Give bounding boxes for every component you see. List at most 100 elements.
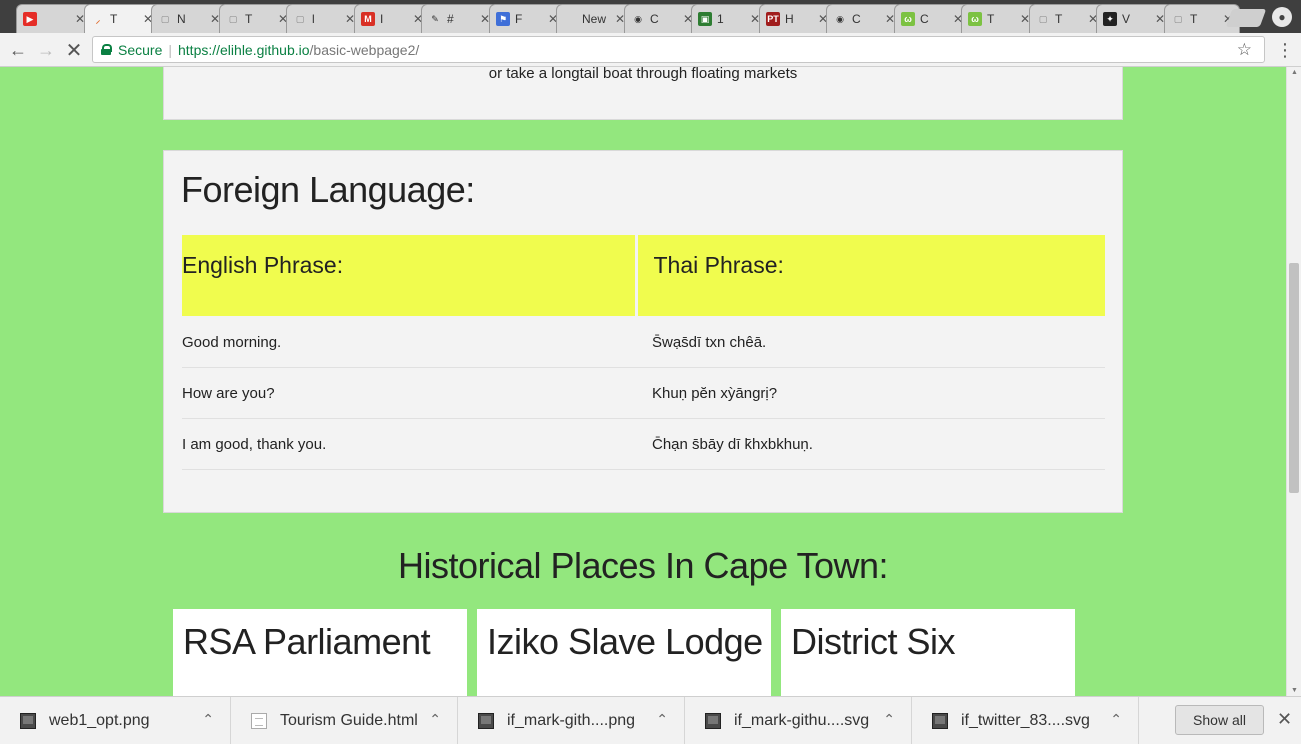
scroll-up-arrow-icon[interactable]: ▲	[1291, 69, 1298, 76]
browser-tab[interactable]: ◉ C ✕	[826, 4, 902, 33]
tab-title: T	[1055, 12, 1063, 26]
activity-text: or take a longtail boat through floating…	[488, 67, 798, 82]
download-filename: if_mark-gith....png	[507, 712, 636, 729]
foreign-language-card: Foreign Language: English Phrase: Thai P…	[163, 150, 1123, 513]
tab-title: T	[110, 12, 118, 26]
image-file-icon	[705, 713, 721, 729]
table-row: I am good, thank you. C̄hạn s̄bāy dī k̄hx…	[182, 418, 1105, 470]
browser-tab[interactable]: ▣ 1 ✕	[691, 4, 767, 33]
browser-tab[interactable]: ω T ✕	[961, 4, 1037, 33]
place-card-parliament: RSA Parliament	[173, 609, 467, 696]
bookmark-star-icon[interactable]: ☆	[1237, 40, 1252, 60]
chevron-up-icon[interactable]: ⌃	[202, 711, 214, 728]
place-card-district-six: District Six	[781, 609, 1075, 696]
pen-icon: ✎	[431, 13, 439, 24]
browser-tab[interactable]: ✎ # ✕	[421, 4, 497, 33]
code-icon: ω	[968, 12, 982, 26]
menu-kebab-icon[interactable]: ⋮	[1276, 40, 1294, 61]
tab-title: T	[1190, 12, 1198, 26]
language-title: Foreign Language:	[181, 169, 475, 210]
browser-tab[interactable]: ▢ N ✕	[151, 4, 227, 33]
browser-tab[interactable]: New ✕	[556, 4, 632, 33]
download-filename: web1_opt.png	[49, 712, 150, 729]
tab-title: H	[785, 12, 794, 26]
browser-tab[interactable]: M I ✕	[354, 4, 430, 33]
image-file-icon	[20, 713, 36, 729]
download-filename: if_twitter_83....svg	[961, 712, 1090, 729]
scrollbar-thumb[interactable]	[1289, 263, 1299, 493]
phrase-table-body: Good morning. S̄wạs̄dī txn chêā. How are y…	[182, 316, 1105, 470]
image-file-icon	[478, 713, 494, 729]
tab-title: #	[447, 12, 454, 26]
show-all-button[interactable]: Show all	[1175, 705, 1264, 735]
tab-title: New	[582, 12, 607, 26]
vector-icon: ✦	[1103, 12, 1117, 26]
secure-label: Secure	[118, 41, 163, 58]
flag-icon: ⚑	[496, 12, 510, 26]
lock-icon	[101, 44, 112, 55]
english-phrase: How are you?	[182, 367, 636, 419]
thai-phrase: Khuṇ pĕn xỳāngrị?	[636, 367, 1105, 419]
browser-toolbar: ← → ✕ Secure | https://elihle.github.io …	[0, 33, 1301, 67]
browser-tab[interactable]: ▢ l ✕	[286, 4, 362, 33]
code-icon: ω	[901, 12, 915, 26]
download-item[interactable]: if_mark-githu....svg ⌃	[685, 697, 912, 744]
loading-icon: ⸝	[95, 14, 101, 25]
page-scrollbar[interactable]: ▲ ▼	[1286, 67, 1301, 696]
thai-phrase: C̄hạn s̄bāy dī k̄hxbkhuṇ.	[636, 418, 1105, 470]
download-filename: Tourism Guide.html	[280, 712, 418, 729]
browser-tab[interactable]: PT H ✕	[759, 4, 835, 33]
previous-section-card: or take a longtail boat through floating…	[163, 67, 1123, 120]
back-arrow-icon[interactable]: ←	[6, 38, 30, 62]
new-tab-button[interactable]	[1225, 9, 1267, 27]
download-item[interactable]: if_twitter_83....svg ⌃	[912, 697, 1139, 744]
historical-title: Historical Places In Cape Town:	[397, 545, 889, 586]
tab-title: F	[515, 12, 523, 26]
page-icon: ▢	[295, 13, 305, 24]
tab-title: N	[177, 12, 186, 26]
tab-title: T	[245, 12, 253, 26]
address-bar[interactable]: Secure | https://elihle.github.io /basic…	[92, 36, 1265, 63]
browser-tab[interactable]: ▶ ✕	[16, 4, 92, 33]
phrase-table: English Phrase: Thai Phrase: Good mornin…	[182, 235, 1105, 470]
tab-title: V	[1122, 12, 1131, 26]
download-item[interactable]: if_mark-gith....png ⌃	[458, 697, 685, 744]
browser-tab[interactable]: ⚑ F ✕	[489, 4, 565, 33]
browser-tab[interactable]: ▢T✕	[1029, 4, 1105, 33]
english-phrase: Good morning.	[182, 316, 636, 368]
terminal-icon: ▣	[698, 12, 712, 26]
page-icon: ▢	[160, 13, 170, 24]
browser-tab[interactable]: ω C ✕	[894, 4, 970, 33]
image-file-icon	[932, 713, 948, 729]
chevron-up-icon[interactable]: ⌃	[883, 711, 895, 728]
youtube-icon: ▶	[23, 12, 37, 26]
chevron-up-icon[interactable]: ⌃	[656, 711, 668, 728]
close-download-bar-icon[interactable]: ✕	[1277, 709, 1292, 730]
download-item[interactable]: Tourism Guide.html ⌃	[231, 697, 458, 744]
table-row: Good morning. S̄wạs̄dī txn chêā.	[182, 316, 1105, 368]
chevron-up-icon[interactable]: ⌃	[429, 711, 441, 728]
tab-title: l	[312, 12, 315, 26]
table-header-row: English Phrase: Thai Phrase:	[182, 235, 1105, 316]
tab-title: 1	[717, 12, 724, 26]
stop-loading-icon[interactable]: ✕	[62, 38, 86, 62]
tab-title: C	[920, 12, 929, 26]
profile-icon[interactable]: ●	[1272, 7, 1292, 27]
chevron-up-icon[interactable]: ⌃	[1110, 711, 1122, 728]
tab-title: I	[380, 12, 384, 26]
page-viewport: or take a longtail boat through floating…	[0, 67, 1286, 696]
forward-arrow-icon[interactable]: →	[34, 38, 58, 62]
english-phrase: I am good, thank you.	[182, 418, 636, 470]
browser-tab[interactable]: ✦ V ✕	[1096, 4, 1172, 33]
browser-tab[interactable]: ◉ C ✕	[624, 4, 700, 33]
download-filename: if_mark-githu....svg	[734, 712, 870, 729]
scroll-down-arrow-icon[interactable]: ▼	[1291, 687, 1298, 694]
browser-tab[interactable]: ⸝ T ✕	[84, 4, 160, 33]
table-row: How are you? Khuṇ pĕn xỳāngrị?	[182, 367, 1105, 419]
tab-title: T	[987, 12, 995, 26]
download-item[interactable]: web1_opt.png ⌃	[0, 697, 231, 744]
download-bar: web1_opt.png ⌃ Tourism Guide.html ⌃ if_mark-…	[0, 696, 1301, 744]
html-file-icon	[251, 713, 267, 729]
browser-tab[interactable]: ▢T✕	[219, 4, 295, 33]
place-title: RSA Parliament	[183, 621, 431, 662]
